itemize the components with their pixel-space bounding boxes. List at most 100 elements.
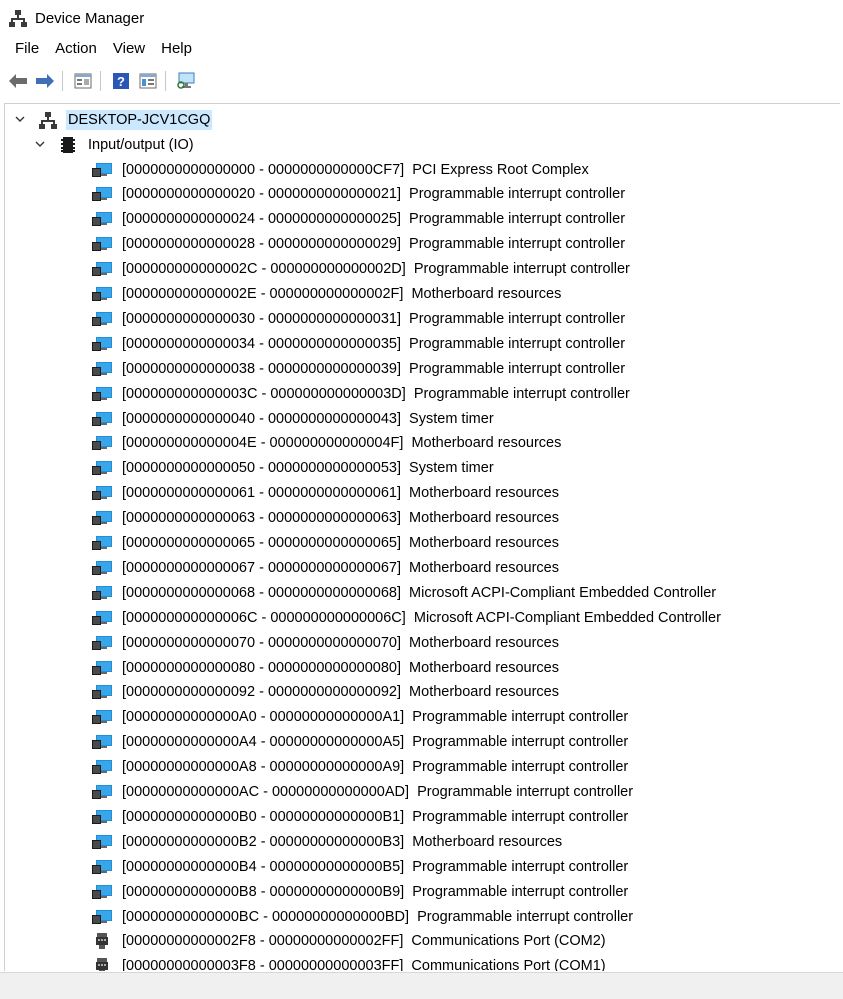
device-row[interactable]: [000000000000006C - 000000000000006C] Mi…	[91, 605, 723, 630]
device-label: [0000000000000070 - 0000000000000070] Mo…	[122, 634, 559, 651]
device-label: [0000000000000092 - 0000000000000092] Mo…	[122, 684, 559, 701]
device-label: [0000000000000050 - 0000000000000053] Sy…	[122, 460, 494, 477]
monitor-icon	[91, 683, 113, 701]
menu-action[interactable]: Action	[47, 37, 105, 61]
device-row[interactable]: [0000000000000034 - 0000000000000035] Pr…	[91, 331, 627, 356]
device-row[interactable]: [00000000000000A4 - 00000000000000A5] Pr…	[91, 730, 630, 755]
device-row[interactable]: [0000000000000070 - 0000000000000070] Mo…	[91, 630, 561, 655]
device-label: [0000000000000000 - 0000000000000CF7] PC…	[122, 161, 589, 178]
device-manager-icon	[9, 9, 27, 27]
monitor-icon	[91, 484, 113, 502]
tree-root[interactable]: DESKTOP-JCV1CGQ	[13, 107, 213, 132]
tree-category-io[interactable]: Input/output (IO)	[33, 132, 196, 157]
back-arrow-icon[interactable]	[6, 69, 30, 93]
device-row[interactable]: [00000000000000A8 - 00000000000000A9] Pr…	[91, 755, 630, 780]
monitor-icon	[91, 808, 113, 826]
window-title: Device Manager	[35, 9, 145, 27]
device-label: [000000000000003C - 000000000000003D] Pr…	[122, 385, 630, 402]
device-row[interactable]: [0000000000000080 - 0000000000000080] Mo…	[91, 655, 561, 680]
device-label: [00000000000000B2 - 00000000000000B3] Mo…	[122, 833, 563, 850]
menu-view[interactable]: View	[105, 37, 153, 61]
device-row[interactable]: [00000000000000BC - 00000000000000BD] Pr…	[91, 904, 635, 929]
monitor-icon	[91, 534, 113, 552]
device-row[interactable]: [0000000000000040 - 0000000000000043] Sy…	[91, 406, 496, 431]
device-row[interactable]: [0000000000000020 - 0000000000000021] Pr…	[91, 182, 627, 207]
port-icon	[91, 932, 113, 950]
device-label: [00000000000000A4 - 00000000000000A5] Pr…	[122, 734, 629, 751]
device-label: [00000000000000A8 - 00000000000000A9] Pr…	[122, 759, 629, 776]
device-label: [000000000000002E - 000000000000002F] Mo…	[122, 286, 562, 302]
monitor-icon	[91, 360, 113, 378]
monitor-icon	[91, 459, 113, 477]
device-label: [00000000000000AC - 00000000000000AD] Pr…	[122, 784, 634, 800]
device-label: [00000000000000A0 - 00000000000000A1] Pr…	[122, 709, 629, 726]
device-row[interactable]: [0000000000000028 - 0000000000000029] Pr…	[91, 232, 627, 257]
monitor-icon	[91, 783, 113, 801]
monitor-icon	[91, 883, 113, 901]
device-row[interactable]: [00000000000000B8 - 00000000000000B9] Pr…	[91, 879, 630, 904]
device-row[interactable]: [000000000000003C - 000000000000003D] Pr…	[91, 381, 632, 406]
device-label: [00000000000003F8 - 00000000000003FF] Co…	[122, 958, 606, 971]
device-row[interactable]: [00000000000000A0 - 00000000000000A1] Pr…	[91, 705, 630, 730]
forward-arrow-icon[interactable]	[33, 69, 57, 93]
computer-icon	[37, 111, 59, 129]
device-tree: DESKTOP-JCV1CGQ Input/output (IO) [00000…	[4, 103, 840, 971]
device-label: [00000000000000B4 - 00000000000000B5] Pr…	[122, 858, 629, 875]
monitor-icon	[91, 410, 113, 428]
device-row[interactable]: [000000000000002C - 000000000000002D] Pr…	[91, 257, 632, 282]
device-label: [0000000000000065 - 0000000000000065] Mo…	[122, 535, 559, 551]
device-row[interactable]: [0000000000000068 - 0000000000000068] Mi…	[91, 580, 718, 605]
device-row[interactable]: [0000000000000061 - 0000000000000061] Mo…	[91, 481, 561, 506]
device-row[interactable]: [0000000000000038 - 0000000000000039] Pr…	[91, 356, 627, 381]
device-label: [0000000000000061 - 0000000000000061] Mo…	[122, 485, 559, 502]
device-label: [000000000000004E - 000000000000004F] Mo…	[122, 435, 562, 452]
device-label: [0000000000000038 - 0000000000000039] Pr…	[122, 360, 626, 377]
root-label: DESKTOP-JCV1CGQ	[66, 109, 213, 130]
device-label: [00000000000000B0 - 00000000000000B1] Pr…	[122, 808, 629, 825]
device-row[interactable]: [0000000000000000 - 0000000000000CF7] PC…	[91, 157, 591, 182]
device-label: [000000000000002C - 000000000000002D] Pr…	[122, 261, 630, 278]
monitor-icon	[91, 310, 113, 328]
device-row[interactable]: [00000000000000B0 - 00000000000000B1] Pr…	[91, 804, 630, 829]
monitor-icon	[91, 210, 113, 228]
device-properties-icon[interactable]	[136, 69, 160, 93]
monitor-icon	[91, 335, 113, 353]
device-row[interactable]: [00000000000000B4 - 00000000000000B5] Pr…	[91, 854, 630, 879]
device-row[interactable]: [0000000000000067 - 0000000000000067] Mo…	[91, 555, 561, 580]
properties-icon[interactable]	[71, 69, 95, 93]
device-row[interactable]: [00000000000000B2 - 00000000000000B3] Mo…	[91, 829, 564, 854]
device-row[interactable]: [000000000000004E - 000000000000004F] Mo…	[91, 431, 563, 456]
device-row[interactable]: [0000000000000063 - 0000000000000063] Mo…	[91, 506, 561, 531]
scan-hardware-icon[interactable]	[174, 69, 198, 93]
device-row[interactable]: [00000000000002F8 - 00000000000002FF] Co…	[91, 929, 608, 954]
device-row[interactable]: [00000000000000AC - 00000000000000AD] Pr…	[91, 780, 635, 805]
menu-bar: File Action View Help	[0, 37, 200, 61]
title-bar: Device Manager	[0, 0, 843, 36]
menu-file[interactable]: File	[0, 37, 47, 61]
chevron-down-icon[interactable]	[33, 138, 47, 152]
svg-text:?: ?	[117, 74, 125, 89]
monitor-icon	[91, 235, 113, 253]
help-icon[interactable]: ?	[109, 69, 133, 93]
device-row[interactable]: [0000000000000065 - 0000000000000065] Mo…	[91, 531, 561, 556]
device-label: [0000000000000063 - 0000000000000063] Mo…	[122, 510, 559, 527]
device-row[interactable]: [0000000000000030 - 0000000000000031] Pr…	[91, 306, 627, 331]
device-row[interactable]: [00000000000003F8 - 00000000000003FF] Co…	[91, 954, 608, 971]
monitor-icon	[91, 285, 113, 303]
device-label: [0000000000000028 - 0000000000000029] Pr…	[122, 236, 626, 253]
device-row[interactable]: [000000000000002E - 000000000000002F] Mo…	[91, 282, 563, 307]
menu-help[interactable]: Help	[153, 37, 200, 61]
status-bar	[0, 972, 843, 999]
monitor-icon	[91, 758, 113, 776]
port-icon	[91, 957, 113, 971]
device-row[interactable]: [0000000000000050 - 0000000000000053] Sy…	[91, 456, 496, 481]
monitor-icon	[91, 908, 113, 926]
monitor-icon	[91, 385, 113, 403]
device-row[interactable]: [0000000000000092 - 0000000000000092] Mo…	[91, 680, 561, 705]
device-label: [0000000000000034 - 0000000000000035] Pr…	[122, 335, 626, 352]
monitor-icon	[91, 659, 113, 677]
device-row[interactable]: [0000000000000024 - 0000000000000025] Pr…	[91, 207, 627, 232]
monitor-icon	[91, 260, 113, 278]
toolbar-separator	[62, 71, 63, 91]
chevron-down-icon[interactable]	[13, 113, 27, 127]
